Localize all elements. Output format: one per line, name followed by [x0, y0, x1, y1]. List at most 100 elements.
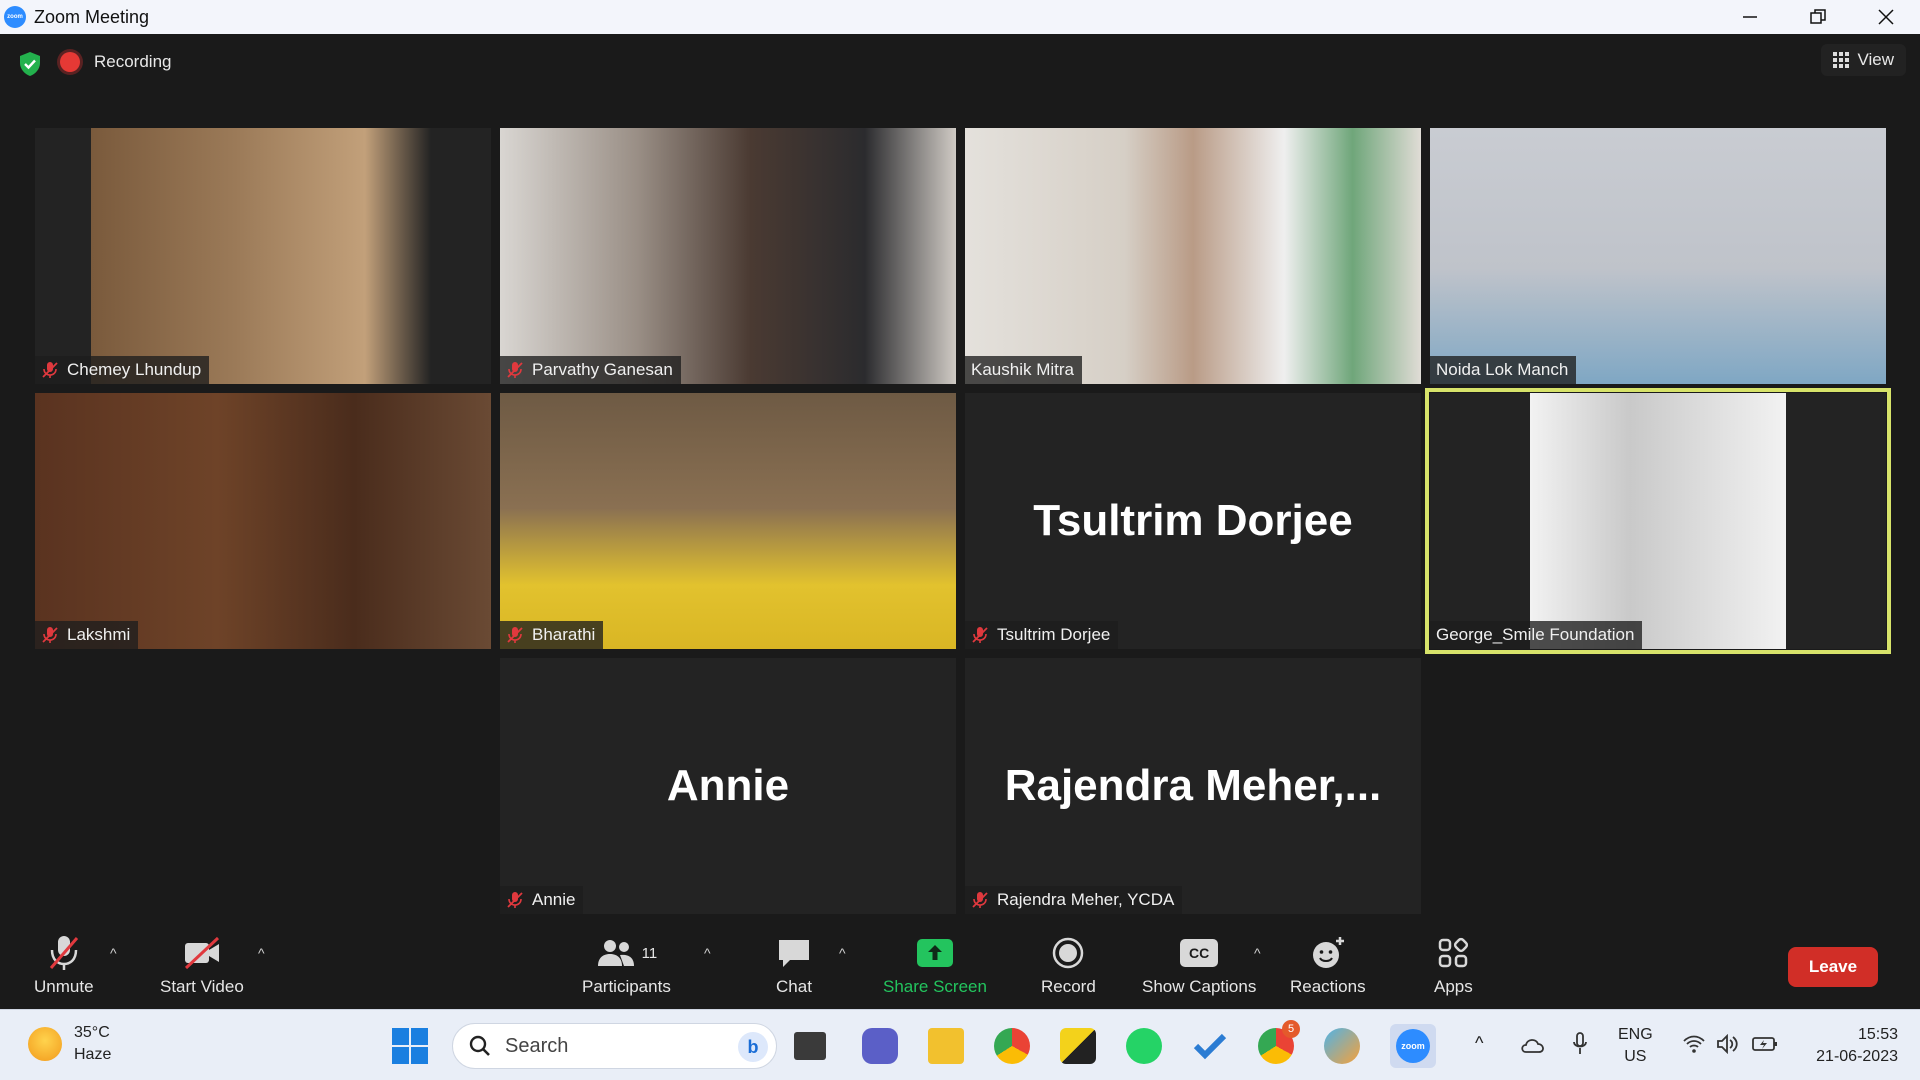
- file-explorer-icon[interactable]: [928, 1028, 964, 1064]
- participant-tile[interactable]: Bharathi: [500, 393, 956, 649]
- sticky-notes-icon[interactable]: [1060, 1028, 1096, 1064]
- chat-options-chevron-up-icon[interactable]: ^: [839, 945, 846, 961]
- participant-tile[interactable]: Chemey Lhundup: [35, 128, 491, 384]
- record-icon: [1053, 937, 1084, 969]
- apps-label: Apps: [1434, 977, 1473, 996]
- chrome-icon[interactable]: [994, 1028, 1030, 1064]
- restore-button[interactable]: [1784, 0, 1852, 34]
- mic-muted-icon: [49, 936, 78, 970]
- weather-widget[interactable]: 35°C Haze: [28, 1022, 111, 1066]
- minimize-button[interactable]: [1716, 0, 1784, 34]
- view-label: View: [1857, 50, 1894, 69]
- participants-button[interactable]: 11 Participants: [582, 933, 671, 997]
- participant-name: Kaushik Mitra: [971, 360, 1074, 379]
- windows-taskbar: 35°C Haze Search b 5 zoom ^ ENG US 15:53…: [0, 1009, 1920, 1080]
- recording-indicator[interactable]: Recording: [60, 52, 172, 72]
- participant-name-bar: Noida Lok Manch: [1430, 356, 1577, 384]
- start-windows-icon[interactable]: [392, 1028, 428, 1064]
- video-options-chevron-up-icon[interactable]: ^: [258, 945, 265, 961]
- participant-tile-active-speaker[interactable]: George_Smile Foundation: [1425, 388, 1891, 654]
- microphone-icon[interactable]: [1572, 1032, 1588, 1058]
- view-button[interactable]: View: [1821, 44, 1906, 76]
- unmute-button[interactable]: Unmute: [34, 933, 94, 997]
- encryption-shield-icon[interactable]: [16, 50, 44, 78]
- participant-display-name: Annie: [666, 761, 790, 810]
- participant-display-name: Rajendra Meher,...: [1004, 761, 1382, 810]
- participant-video: [500, 128, 956, 384]
- weather-condition: Haze: [74, 1046, 112, 1063]
- participant-tile[interactable]: Kaushik Mitra: [965, 128, 1421, 384]
- temperature: 35°C: [74, 1024, 110, 1041]
- participant-video: [1430, 128, 1886, 384]
- whatsapp-icon[interactable]: [1126, 1028, 1162, 1064]
- taskbar-search-box[interactable]: Search b: [452, 1023, 777, 1069]
- participant-name-bar: Chemey Lhundup: [35, 356, 210, 384]
- show-hidden-icons-chevron-up-icon[interactable]: ^: [1475, 1032, 1483, 1054]
- recording-label: Recording: [94, 52, 172, 71]
- participant-display-name: Tsultrim Dorjee: [1033, 496, 1353, 545]
- meeting-toolbar: Unmute ^ Start Video ^ 11 Participants ^…: [0, 923, 1920, 1009]
- participants-options-chevron-up-icon[interactable]: ^: [704, 945, 711, 961]
- chat-button[interactable]: Chat: [776, 933, 812, 997]
- mic-muted-icon: [507, 627, 523, 643]
- haze-sun-icon: [28, 1027, 62, 1061]
- search-placeholder: Search: [505, 1034, 569, 1057]
- participants-label: Participants: [582, 977, 671, 996]
- close-button[interactable]: [1852, 0, 1920, 34]
- participant-tile[interactable]: Rajendra Meher,... Rajendra Meher, YCDA: [965, 658, 1421, 914]
- participant-name-bar: Rajendra Meher, YCDA: [965, 886, 1183, 914]
- notification-badge: 5: [1282, 1020, 1300, 1038]
- apps-button[interactable]: Apps: [1434, 933, 1473, 997]
- participant-tile[interactable]: Lakshmi: [35, 393, 491, 649]
- battery-charging-icon[interactable]: [1752, 1036, 1778, 1052]
- participant-tile[interactable]: Parvathy Ganesan: [500, 128, 956, 384]
- onedrive-cloud-icon[interactable]: [1520, 1036, 1546, 1054]
- share-screen-label: Share Screen: [883, 977, 987, 996]
- reactions-button[interactable]: Reactions: [1290, 933, 1366, 997]
- participant-name-bar: Annie: [500, 886, 584, 914]
- start-video-button[interactable]: Start Video: [160, 933, 244, 997]
- audio-options-chevron-up-icon[interactable]: ^: [110, 945, 117, 961]
- bing-icon[interactable]: b: [738, 1032, 768, 1062]
- teams-chat-icon[interactable]: [862, 1028, 898, 1064]
- share-screen-button[interactable]: Share Screen: [883, 933, 987, 997]
- volume-icon[interactable]: [1716, 1034, 1740, 1054]
- start-video-label: Start Video: [160, 977, 244, 996]
- participant-name-bar: Bharathi: [500, 621, 604, 649]
- mic-muted-icon: [42, 362, 58, 378]
- participant-name: George_Smile Foundation: [1436, 625, 1635, 644]
- task-view-icon[interactable]: [794, 1032, 826, 1060]
- participants-icon: [597, 940, 634, 966]
- chat-bubble-icon: [779, 940, 809, 967]
- participant-tile[interactable]: Tsultrim Dorjee Tsultrim Dorjee: [965, 393, 1421, 649]
- chrome-profile-icon[interactable]: 5: [1258, 1020, 1300, 1064]
- paint-palette-icon[interactable]: [1324, 1028, 1360, 1064]
- zoom-app-icon: zoom: [4, 6, 26, 28]
- participant-tile[interactable]: Noida Lok Manch: [1430, 128, 1886, 384]
- zoom-taskbar-button[interactable]: zoom: [1390, 1024, 1436, 1068]
- participant-name: Rajendra Meher, YCDA: [997, 890, 1175, 909]
- participant-name-bar: Kaushik Mitra: [965, 356, 1082, 384]
- record-button[interactable]: Record: [1041, 933, 1096, 997]
- todo-checkmark-icon[interactable]: [1192, 1028, 1228, 1064]
- participant-video: [500, 393, 956, 649]
- apps-icon: [1439, 937, 1469, 968]
- leave-button[interactable]: Leave: [1788, 947, 1878, 987]
- mic-muted-icon: [972, 627, 988, 643]
- captions-options-chevron-up-icon[interactable]: ^: [1254, 945, 1261, 961]
- participant-tile[interactable]: Annie Annie: [500, 658, 956, 914]
- wifi-icon[interactable]: [1682, 1034, 1706, 1054]
- reactions-smiley-icon: [1312, 937, 1344, 968]
- mic-muted-icon: [972, 892, 988, 908]
- closed-captions-icon: CC: [1180, 939, 1219, 967]
- participant-video: [35, 128, 491, 384]
- language-indicator[interactable]: ENG US: [1618, 1024, 1653, 1068]
- participant-name: Noida Lok Manch: [1436, 360, 1569, 379]
- mic-muted-icon: [507, 362, 523, 378]
- participant-name-bar: Lakshmi: [35, 621, 139, 649]
- participant-video: [965, 128, 1421, 384]
- participants-count: 11: [641, 944, 658, 962]
- clock[interactable]: 15:53 21-06-2023: [1802, 1024, 1898, 1068]
- window-title: Zoom Meeting: [34, 6, 150, 27]
- show-captions-button[interactable]: CC Show Captions: [1142, 933, 1256, 997]
